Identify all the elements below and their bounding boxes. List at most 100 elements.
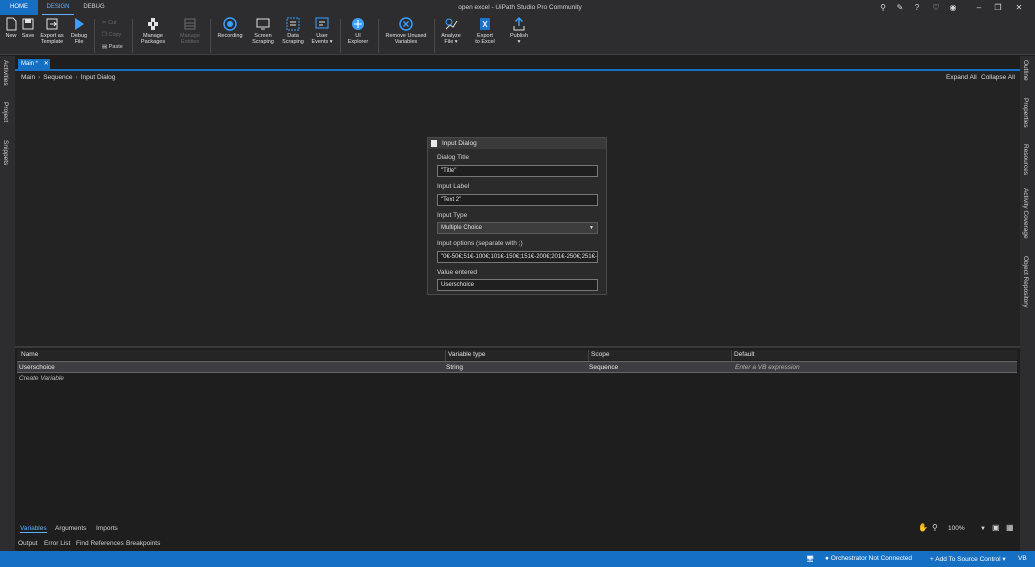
copy-button[interactable]: ❐ Copy (102, 32, 121, 38)
dialog-icon (431, 140, 437, 147)
input-options-label: Input options (separate with ;) (437, 240, 523, 247)
pan-hand-icon[interactable]: ✋ (918, 523, 928, 532)
breadcrumb-item[interactable]: Sequence (43, 74, 72, 81)
ribbon-toolbar: New Save Export as Template Debug File ✂… (0, 15, 1035, 55)
help-icon[interactable]: ? (910, 1, 924, 14)
ribbon-separator (340, 19, 341, 53)
maximize-icon[interactable]: ❐ (991, 1, 1005, 14)
orchestrator-status-icon: 🖥 (806, 556, 815, 563)
user-avatar-icon[interactable]: ◉ (946, 1, 960, 14)
variable-type-cell[interactable]: String (446, 364, 463, 371)
input-label-field[interactable]: "Text 2" (437, 194, 598, 206)
export-to-excel-button[interactable]: Export to Excel (470, 17, 500, 45)
overview-icon[interactable]: ▦ (1006, 523, 1014, 532)
zoom-level[interactable]: 100% (948, 525, 965, 532)
screen-scraping-icon (256, 18, 270, 30)
zoom-icon[interactable]: ⚲ (932, 523, 938, 532)
input-options-field[interactable]: "0€-50€;51€-100€;101€-150€;151€-200€;201… (437, 251, 598, 263)
object-repository-panel-tab[interactable]: Object Repository (1022, 256, 1029, 308)
chevron-down-icon[interactable]: ▼ (980, 526, 986, 532)
user-events-icon (315, 17, 329, 29)
tab-arguments[interactable]: Arguments (55, 525, 86, 532)
document-tab-main[interactable]: Main * ✕ (18, 59, 50, 69)
user-events-button[interactable]: User Events ▾ (310, 17, 334, 45)
ribbon-separator (210, 19, 211, 53)
breadcrumb-item[interactable]: Main (21, 74, 35, 81)
column-header-default[interactable]: Default (734, 351, 755, 358)
variable-name-cell[interactable]: Userschoice (19, 364, 55, 371)
save-button[interactable]: Save (20, 17, 36, 39)
ribbon-separator (378, 19, 379, 53)
publish-icon (513, 17, 525, 31)
minimize-icon[interactable]: – (972, 1, 986, 14)
manage-entities-button[interactable]: Manage Entities (176, 17, 204, 45)
notifications-icon[interactable]: ♡ (929, 1, 943, 14)
outline-panel-tab[interactable]: Outline (1022, 60, 1029, 81)
column-header-variable-type[interactable]: Variable type (448, 351, 485, 358)
breadcrumb: Main › Sequence › Input Dialog (21, 74, 116, 81)
tab-home[interactable]: HOME (0, 0, 38, 15)
collapse-all-button[interactable]: Collapse All (981, 74, 1015, 81)
analyze-icon (445, 18, 458, 30)
paste-button[interactable]: ▤ Paste (102, 44, 123, 50)
right-panel-bar: Outline Properties Resources Activity Co… (1020, 56, 1035, 551)
tab-variables[interactable]: Variables (20, 525, 47, 533)
remove-variables-icon (399, 17, 413, 31)
window-title: open excel - UiPath Studio Pro Community (458, 4, 582, 11)
fit-to-screen-icon[interactable]: ▣ (992, 523, 1000, 532)
entities-icon (184, 18, 196, 30)
publish-button[interactable]: Publish ▾ (505, 17, 533, 45)
variable-scope-cell[interactable]: Sequence (589, 364, 618, 371)
export-template-icon (46, 18, 58, 30)
recording-button[interactable]: Recording (214, 17, 246, 39)
properties-panel-tab[interactable]: Properties (1022, 98, 1029, 128)
search-icon[interactable]: ⚲ (876, 1, 890, 14)
expand-all-button[interactable]: Expand All (946, 74, 977, 81)
analyze-file-button[interactable]: Analyze File ▾ (438, 17, 464, 45)
tab-debug[interactable]: DEBUG (78, 0, 110, 15)
activity-header: Input Dialog (428, 138, 606, 149)
variable-default-cell[interactable]: Enter a VB expression (735, 364, 800, 371)
snippets-panel-tab[interactable]: Snippets (2, 140, 9, 165)
input-dialog-activity[interactable]: Input Dialog Dialog Title "Title" Input … (427, 137, 607, 295)
source-control-button[interactable]: + Add To Source Control ▾ (930, 555, 1006, 563)
export-template-button[interactable]: Export as Template (38, 17, 66, 45)
activities-panel-tab[interactable]: Activities (2, 60, 9, 86)
chevron-down-icon: ▼ (589, 225, 594, 231)
manage-packages-button[interactable]: Manage Packages (138, 17, 168, 45)
play-icon (75, 18, 84, 30)
close-icon[interactable]: ✕ (1012, 1, 1026, 14)
record-icon (223, 17, 237, 31)
dialog-title-field[interactable]: "Title" (437, 165, 598, 177)
tab-imports[interactable]: Imports (96, 525, 118, 532)
debug-file-button[interactable]: Debug File (68, 17, 90, 45)
column-header-name[interactable]: Name (21, 351, 38, 358)
create-variable-link[interactable]: Create Variable (19, 375, 64, 382)
ui-explorer-button[interactable]: UI Explorer (344, 17, 372, 45)
cut-button[interactable]: ✂ Cut (102, 20, 117, 26)
breadcrumb-item[interactable]: Input Dialog (81, 74, 116, 81)
orchestrator-status[interactable]: ● Orchestrator Not Connected (825, 555, 912, 562)
resources-panel-tab[interactable]: Resources (1022, 144, 1029, 175)
screen-scraping-button[interactable]: Screen Scraping (250, 17, 276, 45)
ui-explorer-icon (352, 18, 364, 30)
remove-unused-variables-button[interactable]: Remove Unused Variables (381, 17, 431, 45)
activity-coverage-panel-tab[interactable]: Activity Coverage (1022, 188, 1029, 239)
tab-design[interactable]: DESIGN (42, 0, 74, 15)
input-type-select[interactable]: Multiple Choice ▼ (437, 222, 598, 234)
feedback-icon[interactable]: ✎ (893, 1, 907, 14)
tab-find-references[interactable]: Find References (76, 540, 124, 547)
new-button[interactable]: New (3, 17, 19, 39)
tab-breakpoints[interactable]: Breakpoints (126, 540, 160, 547)
tab-output[interactable]: Output (18, 540, 38, 547)
value-entered-field[interactable]: Userschoice (437, 279, 598, 291)
data-scraping-button[interactable]: Data Scraping (280, 17, 306, 45)
packages-icon (148, 18, 158, 30)
input-type-label: Input Type (437, 212, 468, 219)
close-tab-icon[interactable]: ✕ (44, 61, 49, 67)
column-header-scope[interactable]: Scope (591, 351, 609, 358)
project-panel-tab[interactable]: Project (2, 102, 9, 122)
tab-error-list[interactable]: Error List (44, 540, 70, 547)
new-file-icon (6, 17, 17, 31)
variable-row[interactable] (17, 361, 1017, 373)
